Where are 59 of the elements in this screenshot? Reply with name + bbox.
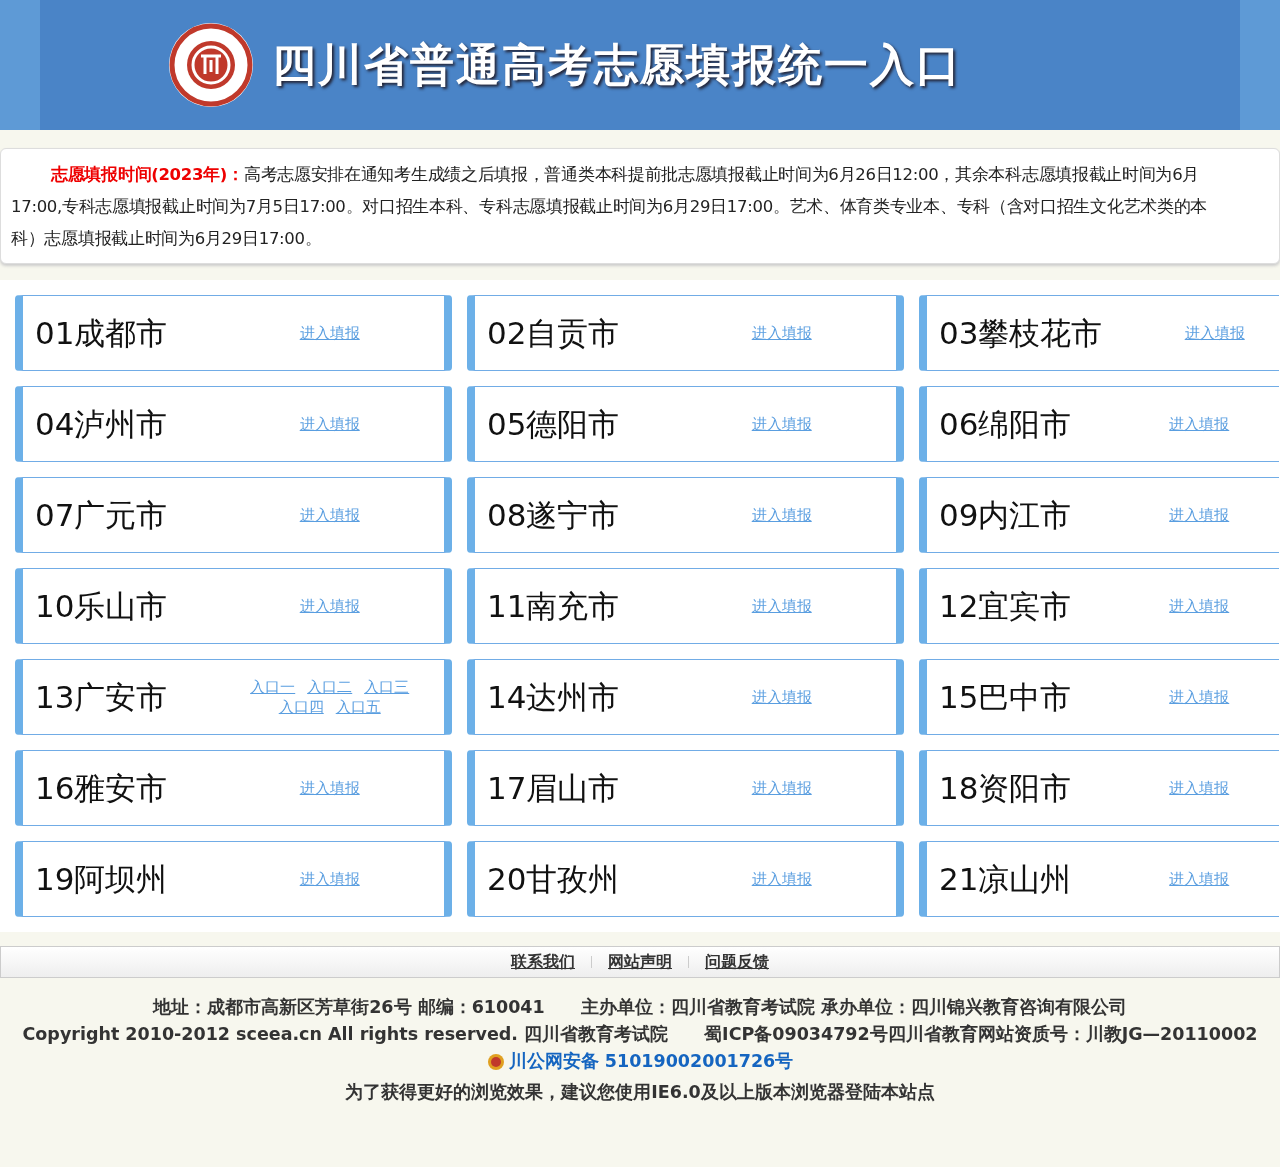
footer-link[interactable]: 联系我们 — [511, 950, 575, 974]
region-name: 19阿坝州 — [35, 859, 168, 899]
entry-link[interactable]: 进入填报 — [299, 596, 360, 616]
region-name: 05德阳市 — [487, 404, 620, 444]
region-name: 09内江市 — [939, 495, 1072, 535]
browser-tip: 为了获得更好的浏览效果，建议您使用IE6.0及以上版本浏览器登陆本站点 — [344, 1080, 936, 1104]
police-record-link[interactable]: 川公网安备 51019002001726号 — [508, 1048, 794, 1075]
region-name: 06绵阳市 — [939, 404, 1072, 444]
entry-link[interactable]: 进入填报 — [299, 505, 360, 525]
region-name: 13广安市 — [35, 677, 168, 717]
entry-link[interactable]: 进入填报 — [1169, 414, 1230, 434]
region-name: 02自贡市 — [487, 313, 620, 353]
entry-link[interactable]: 进入填报 — [1169, 505, 1230, 525]
entry-link[interactable]: 进入填报 — [1169, 869, 1230, 889]
region-name: 10乐山市 — [35, 586, 168, 626]
entry-link[interactable]: 入口三 — [364, 677, 410, 697]
footer-link[interactable]: 网站声明 — [608, 950, 672, 974]
entry-link[interactable]: 进入填报 — [299, 323, 360, 343]
region-name: 20甘孜州 — [487, 859, 620, 899]
notice-text: 高考志愿安排在通知考生成绩之后填报，普通类本科提前批志愿填报截止时间为6月26日12:00，其余本科志愿填报截止时间为6月 — [243, 165, 1200, 184]
entry-link[interactable]: 进入填报 — [299, 869, 360, 889]
entry-link[interactable]: 入口一 — [250, 677, 296, 697]
entry-link[interactable]: 进入填报 — [751, 505, 812, 525]
notice-text: 科）志愿填报截止时间为6月29日17:00。 — [11, 229, 322, 248]
entry-link[interactable]: 进入填报 — [1169, 596, 1230, 616]
region-name: 04泸州市 — [35, 404, 168, 444]
entry-link[interactable]: 进入填报 — [751, 414, 812, 434]
region-name: 15巴中市 — [939, 677, 1072, 717]
notice-text: 17:00,专科志愿填报截止时间为7月5日17:00。对口招生本科、专科志愿填报截止时间为6月29日17:00。艺术、体育类专业本、专科（含对口招生文化艺术类的本 — [11, 197, 1208, 216]
entry-link[interactable]: 进入填报 — [751, 778, 812, 798]
police-badge-icon — [486, 1052, 505, 1071]
region-name: 14达州市 — [487, 677, 620, 717]
region-name: 03攀枝花市 — [939, 313, 1103, 353]
entry-link[interactable]: 进入填报 — [299, 778, 360, 798]
footer-link[interactable]: 问题反馈 — [705, 950, 769, 974]
entry-link[interactable]: 入口五 — [335, 697, 381, 717]
region-name: 18资阳市 — [939, 768, 1072, 808]
region-name: 01成都市 — [35, 313, 168, 353]
address-text: 地址：成都市高新区芳草街26号 邮编：610041 主办单位：四川省教育考试院 承办单位：四川锦兴教育咨询有限公司 — [151, 996, 1128, 1019]
region-name: 16雅安市 — [35, 768, 168, 808]
entry-link[interactable]: 入口二 — [307, 677, 353, 697]
region-name: 21凉山州 — [939, 859, 1072, 899]
copyright-text: Copyright 2010-2012 sceea.cn All rights reserved. 四川省教育考试院 蜀ICP备09034792号四川省教育网站资质号：川教JG—20110002 — [21, 1023, 1259, 1046]
entry-link[interactable]: 进入填报 — [751, 596, 812, 616]
page-title: 四川省普通高考志愿填报统一入口 — [272, 38, 962, 92]
entry-link[interactable]: 进入填报 — [1169, 687, 1230, 707]
notice-label: 志愿填报时间(2023年)： — [51, 165, 244, 184]
entry-link[interactable]: 进入填报 — [299, 414, 360, 434]
entry-link[interactable]: 进入填报 — [751, 687, 812, 707]
entry-link[interactable]: 入口四 — [278, 697, 324, 717]
entry-link[interactable]: 进入填报 — [1184, 323, 1245, 343]
entry-link[interactable]: 进入填报 — [751, 323, 812, 343]
region-name: 08遂宁市 — [487, 495, 620, 535]
entry-link[interactable]: 进入填报 — [751, 869, 812, 889]
region-name: 17眉山市 — [487, 768, 620, 808]
region-name: 07广元市 — [35, 495, 168, 535]
region-name: 11南充市 — [487, 586, 620, 626]
region-name: 12宜宾市 — [939, 586, 1072, 626]
entry-link[interactable]: 进入填报 — [1169, 778, 1230, 798]
